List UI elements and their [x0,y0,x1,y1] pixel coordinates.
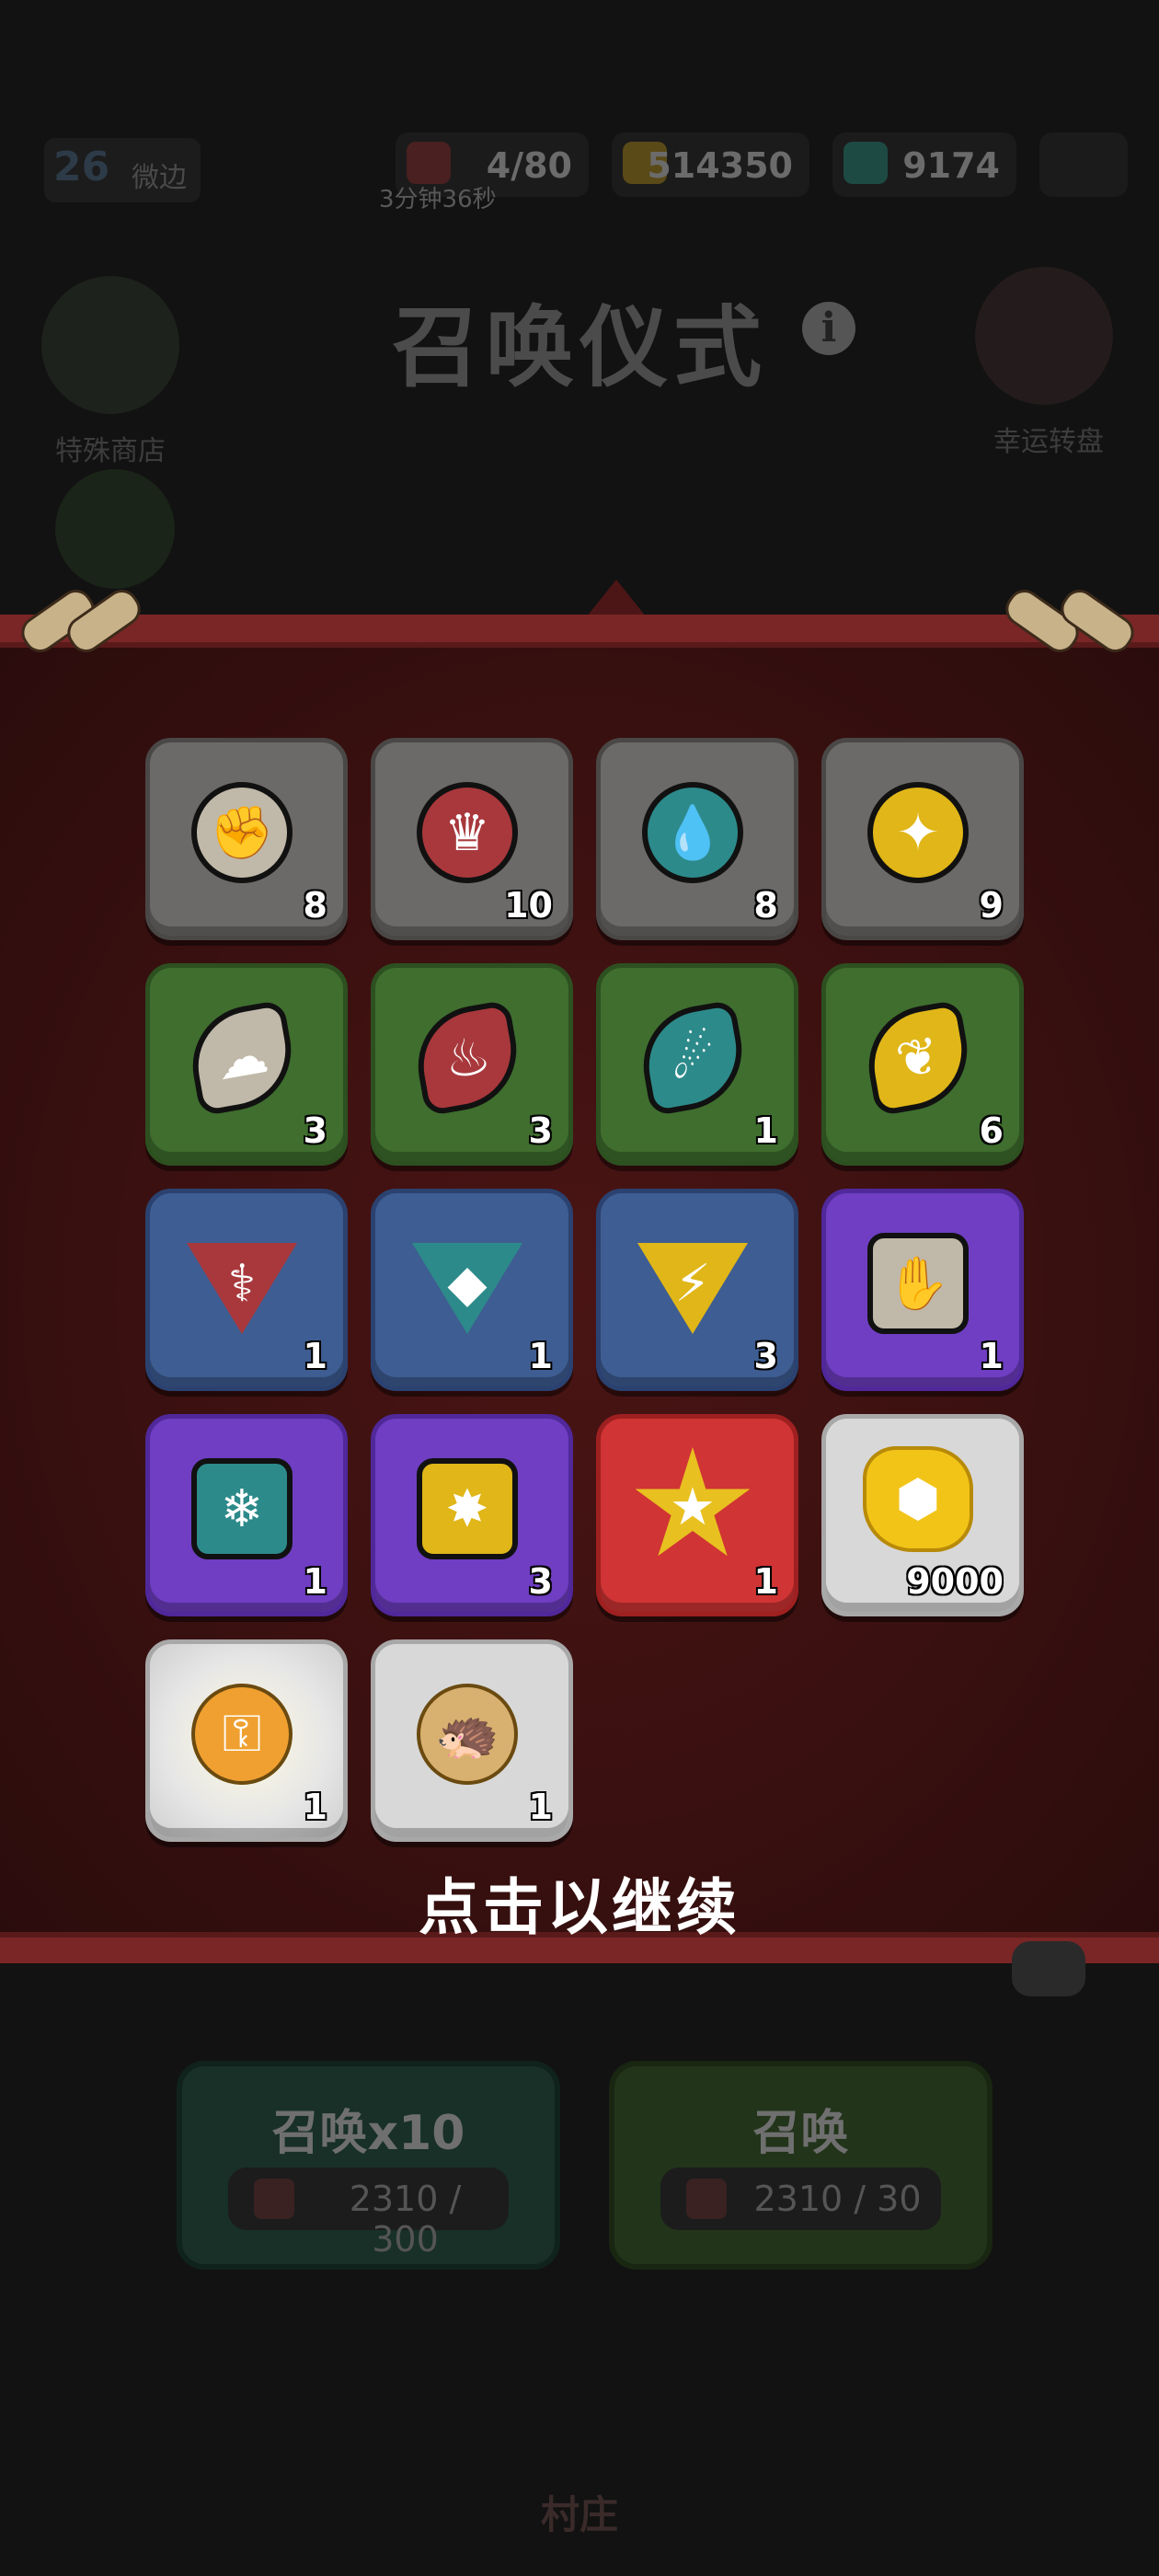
gold-nugget-icon: ⬢ [863,1446,973,1552]
menu-button[interactable] [1039,132,1128,197]
bottom-nav [0,2351,1159,2576]
player-name: 微边 [132,162,187,194]
reward-tile[interactable]: ◆ 1 [371,1189,573,1391]
lucky-wheel-label: 幸运转盘 [993,426,1104,458]
reward-tile[interactable]: ★ 1 [596,1414,798,1616]
reward-count: 8 [753,885,778,926]
quest-icon[interactable] [55,469,175,589]
reward-tile[interactable]: 💧 8 [596,738,798,940]
fist-icon: ✊ [191,782,293,883]
reward-count: 10 [504,885,553,926]
drops-icon: 💧 [642,782,743,883]
reward-count: 8 [303,885,327,926]
reward-count: 1 [303,1787,327,1827]
gem-value: 9174 [902,145,1000,186]
info-icon[interactable]: i [802,302,855,355]
reward-count: 1 [753,1110,778,1151]
gold-resource[interactable]: 514350 [612,132,809,197]
level-number: 26 [53,144,110,190]
hedgehog-icon: 🦔 [417,1684,518,1785]
reward-tile[interactable]: ✸ 3 [371,1414,573,1616]
reward-tile[interactable]: ❄ 1 [145,1414,348,1616]
reward-count: 3 [528,1110,553,1151]
scroll-icon [686,2179,727,2219]
summon-button[interactable]: 召唤 2310 / 30 [609,2061,993,2270]
reward-count: 9000 [906,1561,1004,1602]
summon-x10-label: 召唤x10 [271,2106,465,2161]
reward-count: 9 [979,885,1004,926]
special-shop-label: 特殊商店 [55,435,166,467]
reward-tile[interactable]: ♛ 10 [371,738,573,940]
energy-value: 4/80 [486,145,572,186]
crown-icon: ♛ [417,782,518,883]
reward-count: 1 [303,1336,327,1376]
nav-village[interactable]: 村庄 [0,2484,1159,2540]
tap-to-continue[interactable]: 点击以继续 [0,1858,1159,1947]
meat-icon [407,142,451,184]
summon-x10-cost: 2310 / 300 [228,2168,509,2260]
summon-x10-button[interactable]: 召唤x10 2310 / 300 [177,2061,560,2270]
golden-key-icon: ⚿ [191,1684,293,1785]
spark-icon: ✦ [867,782,969,883]
summon-cost-text: 2310 / 30 [753,2179,922,2219]
reward-count: 1 [528,1787,553,1827]
scroll-icon [254,2179,294,2219]
reward-tile[interactable]: ☄ 1 [596,963,798,1166]
reward-count: 3 [528,1561,553,1602]
reward-tile[interactable]: ⚕ 1 [145,1189,348,1391]
reward-tile[interactable]: ✦ 9 [821,738,1024,940]
gold-value: 514350 [647,145,793,186]
reward-tile[interactable]: ✋ 1 [821,1189,1024,1391]
page-title: 召唤仪式 [392,296,767,399]
reward-count: 1 [979,1336,1004,1376]
reward-tile[interactable]: ⚡ 3 [596,1189,798,1391]
reward-tile[interactable]: ❦ 6 [821,963,1024,1166]
top-bar: 26 微边 4/80 514350 9174 [0,120,1159,202]
reward-tile[interactable]: ⚿ 1 [145,1639,348,1842]
gem-icon [843,142,888,184]
burst-icon: ✸ [417,1458,518,1559]
collapse-arrow-icon[interactable] [1012,1941,1085,1996]
reward-tile[interactable]: ⬢ 9000 [821,1414,1024,1616]
reward-count: 1 [753,1561,778,1602]
reward-count: 1 [303,1561,327,1602]
reward-count: 6 [979,1110,1004,1151]
reward-tile[interactable]: ☁ 3 [145,963,348,1166]
summon-x10-cost-text: 2310 / 300 [349,2179,462,2260]
summon-cost: 2310 / 30 [660,2168,941,2230]
claw-icon: ✋ [867,1233,969,1334]
level-badge[interactable]: 26 微边 [44,138,201,202]
reward-tile[interactable]: ✊ 8 [145,738,348,940]
scroll-top-rod [0,615,1159,648]
gem-resource[interactable]: 9174 [832,132,1016,197]
reward-count: 3 [753,1336,778,1376]
energy-timer: 3分钟36秒 [379,186,497,213]
reward-tile[interactable]: ♨ 3 [371,963,573,1166]
summon-label: 召唤 [752,2106,849,2161]
reward-tile[interactable]: 🦔 1 [371,1639,573,1842]
reward-count: 1 [528,1336,553,1376]
snowflake-icon: ❄ [191,1458,293,1559]
reward-count: 3 [303,1110,327,1151]
